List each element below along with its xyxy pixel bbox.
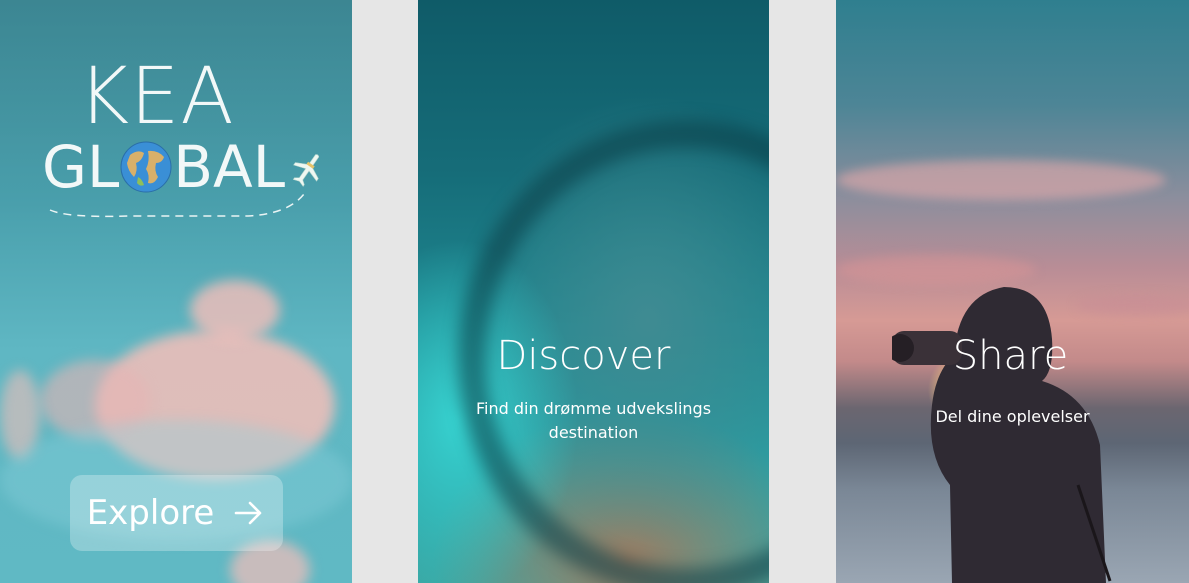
ocean-background (418, 0, 769, 583)
share-subtitle: Del dine oplevelser (935, 407, 1090, 426)
explore-button-label: Explore (86, 493, 215, 533)
share-title: Share (952, 333, 1069, 379)
share-panel: Share Del dine oplevelser (836, 0, 1189, 583)
photographer-silhouette (892, 287, 1112, 583)
discover-panel: Discover Find din drømme udvekslings des… (418, 0, 769, 583)
arrow-right-icon (234, 501, 262, 525)
flight-path-line (49, 193, 305, 218)
welcome-panel: KEA GL BAL Explore (0, 0, 352, 583)
airplane-icon (292, 154, 320, 187)
cloud-streak (836, 255, 1036, 285)
discover-title: Discover (496, 333, 671, 379)
cloud (190, 280, 280, 340)
globe-icon (120, 141, 172, 193)
logo-kea-text: KEA (78, 52, 235, 142)
discover-subtitle: Find din drømme udvekslings destination (475, 399, 712, 442)
explore-button[interactable]: Explore (70, 475, 283, 551)
cloud-streak (836, 160, 1166, 200)
